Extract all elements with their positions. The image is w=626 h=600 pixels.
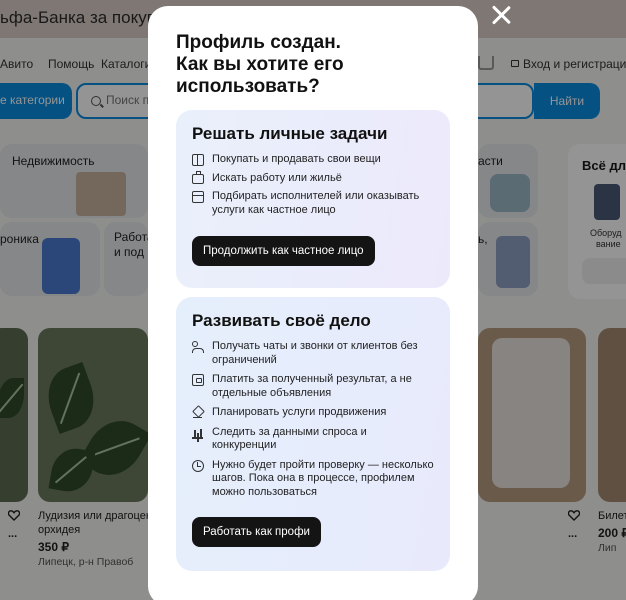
close-icon[interactable]: [490, 4, 512, 26]
work-as-pro-button[interactable]: Работать как профи: [192, 517, 321, 547]
calendar-icon: [192, 191, 204, 203]
clock-icon: [192, 459, 204, 472]
business-card[interactable]: Развивать своё дело Получать чаты и звон…: [176, 297, 450, 571]
chart-icon: [192, 427, 204, 439]
feature-item: Нужно будет пройти проверку — несколько …: [192, 459, 434, 500]
wallet-icon: [192, 374, 204, 386]
personal-card[interactable]: Решать личные задачи Покупать и продават…: [176, 110, 450, 288]
modal-title-text: Профиль создан. Как вы хотите его использ…: [176, 32, 344, 97]
box-icon: [192, 154, 204, 166]
users-icon: [192, 341, 204, 353]
feature-item: Искать работу или жильё: [192, 170, 434, 186]
business-card-title: Развивать своё дело: [192, 311, 371, 330]
feature-item: Платить за полученный результат, а не от…: [192, 373, 434, 400]
feature-item: Получать чаты и звонки от клиентов без о…: [192, 340, 434, 367]
feature-item: Покупать и продавать свои вещи: [192, 153, 434, 167]
feature-item: Подбирать исполнителей или оказывать усл…: [192, 190, 434, 217]
modal-title: Профиль создан. Как вы хотите его использ…: [176, 32, 456, 98]
briefcase-icon: [192, 170, 204, 184]
personal-card-title: Решать личные задачи: [192, 124, 388, 143]
rocket-icon: [192, 407, 204, 419]
continue-as-individual-button[interactable]: Продолжить как частное лицо: [192, 236, 375, 266]
feature-item: Планировать услуги продвижения: [192, 406, 434, 420]
profile-choice-modal: Профиль создан. Как вы хотите его использ…: [148, 6, 478, 600]
feature-item: Следить за данными спроса и конкуренции: [192, 426, 434, 453]
